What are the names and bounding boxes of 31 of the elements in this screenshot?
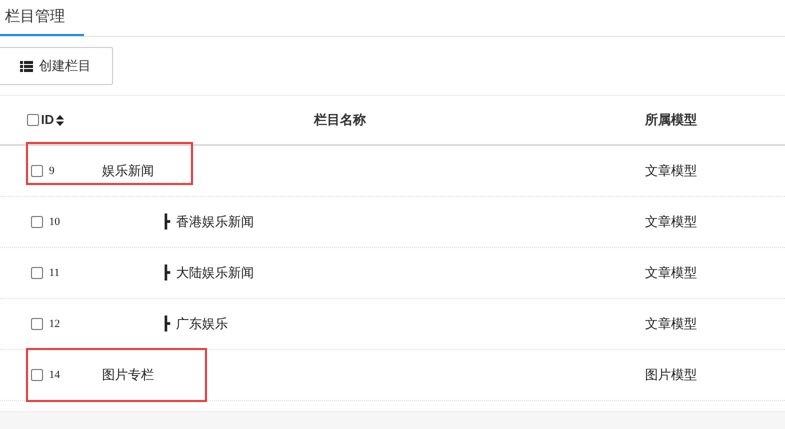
list-icon xyxy=(20,60,33,72)
category-name: 香港娱乐新闻 xyxy=(176,213,254,232)
model-name: 文章模型 xyxy=(645,214,697,230)
branch-marker: ┣ xyxy=(162,212,170,232)
tab[interactable]: 栏目管理 xyxy=(0,0,84,36)
checkbox[interactable] xyxy=(27,114,39,126)
category-name: 广东娱乐 xyxy=(176,315,228,334)
branch-marker: ┣ xyxy=(162,314,170,334)
column-header: ID xyxy=(41,111,54,130)
checkbox[interactable] xyxy=(31,165,43,177)
category-name: 娱乐新闻 xyxy=(102,162,154,180)
column-header: 栏目名称 xyxy=(314,111,366,130)
create-category-button[interactable]: 创建栏目 xyxy=(0,47,113,85)
checkbox[interactable] xyxy=(31,216,43,228)
id-text: 10 xyxy=(49,214,60,230)
category-name: 大陆娱乐新闻 xyxy=(176,264,254,282)
checkbox[interactable] xyxy=(31,267,43,279)
model-name: 文章模型 xyxy=(645,265,697,280)
checkbox[interactable] xyxy=(31,318,43,330)
column-header: 所属模型 xyxy=(645,112,697,128)
id-text: 9 xyxy=(49,164,54,179)
id-text: 14 xyxy=(49,368,60,383)
branch-marker: ┣ xyxy=(162,264,170,282)
id-text: 11 xyxy=(49,266,60,281)
id-text: 12 xyxy=(49,316,60,332)
checkbox[interactable] xyxy=(31,369,43,381)
model-name: 文章模型 xyxy=(645,163,697,178)
model-name: 图片模型 xyxy=(645,367,697,382)
category-name: 图片专栏 xyxy=(102,366,154,384)
sort-icon[interactable] xyxy=(56,114,64,126)
model-name: 文章模型 xyxy=(645,316,697,332)
